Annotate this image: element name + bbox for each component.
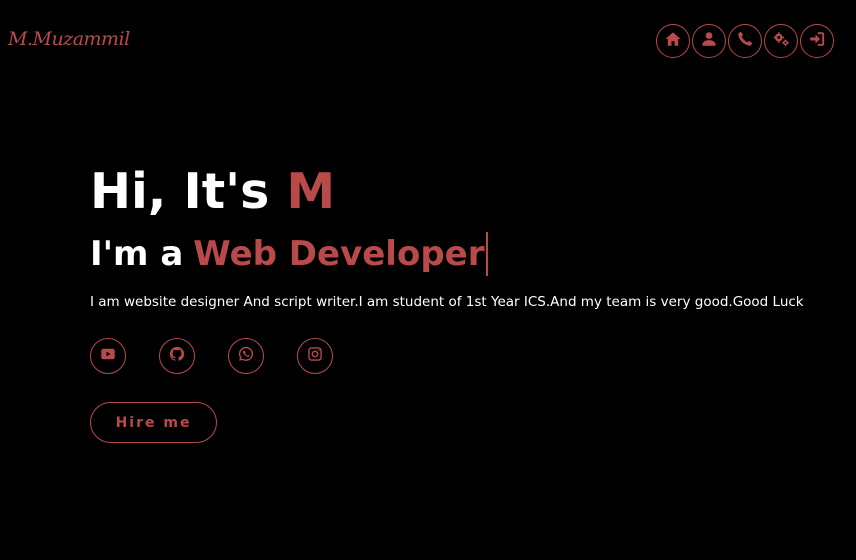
typing-cursor (485, 232, 488, 276)
greeting-prefix: Hi, It's (90, 163, 270, 220)
hero-subtitle: I'm a Web Developer (90, 230, 804, 278)
home-icon (664, 30, 682, 52)
hero-section: Hi, It's M I'm a Web Developer I am webs… (90, 160, 804, 443)
whatsapp-link[interactable] (228, 338, 264, 374)
site-logo[interactable]: M.Muzammil (8, 28, 130, 50)
nav-services-button[interactable] (764, 24, 798, 58)
hire-me-button[interactable]: Hire me (90, 402, 217, 443)
nav-login-button[interactable] (800, 24, 834, 58)
youtube-link[interactable] (90, 338, 126, 374)
hero-bio: I am website designer And script writer.… (90, 294, 804, 310)
instagram-icon (306, 345, 324, 367)
github-link[interactable] (159, 338, 195, 374)
subtitle-role: Web Developer (193, 234, 485, 274)
social-links (90, 338, 804, 374)
instagram-link[interactable] (297, 338, 333, 374)
sign-in-icon (808, 30, 826, 52)
hero-greeting: Hi, It's M (90, 160, 804, 224)
phone-icon (736, 30, 754, 52)
settings-icon (772, 30, 790, 52)
youtube-icon (99, 345, 117, 367)
user-icon (700, 30, 718, 52)
greeting-highlight: M (286, 163, 336, 220)
github-icon (168, 345, 186, 367)
whatsapp-icon (237, 345, 255, 367)
nav-about-button[interactable] (692, 24, 726, 58)
subtitle-prefix: I'm a (90, 234, 184, 274)
top-nav (656, 24, 834, 58)
nav-home-button[interactable] (656, 24, 690, 58)
page: M.Muzammil Hi, It's M I'm a Web Develope… (0, 0, 856, 560)
nav-contact-button[interactable] (728, 24, 762, 58)
